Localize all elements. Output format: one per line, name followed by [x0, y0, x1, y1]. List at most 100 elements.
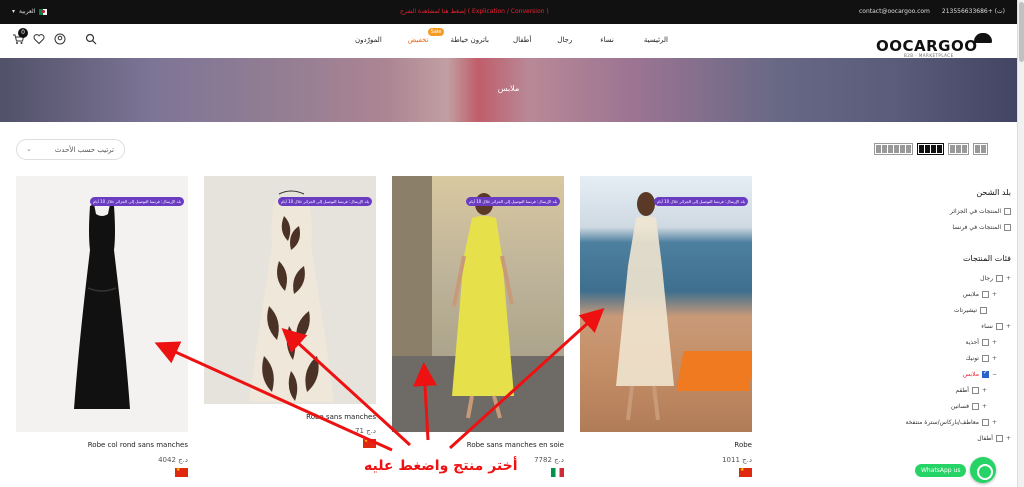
whatsapp-icon[interactable] — [970, 457, 997, 483]
checkbox[interactable] — [995, 275, 1003, 282]
expand-plus-icon[interactable]: + — [982, 387, 987, 394]
search-icon[interactable] — [85, 33, 97, 45]
checkbox[interactable] — [981, 419, 989, 426]
page-scrollbar[interactable] — [1017, 0, 1024, 487]
filter-option[interactable]: أحذية + — [966, 339, 997, 346]
sale-badge: Sale — [427, 28, 445, 36]
checkbox[interactable] — [995, 435, 1003, 442]
filter-option[interactable]: أطفال + — [977, 435, 1011, 442]
product-image[interactable]: بلد الإرسال: فرنسا التوصيل إلى الجزائر خ… — [580, 176, 752, 432]
page: ▾ العربية إضغط هنا لمشاهدة الشرح ( Expli… — [0, 0, 1017, 487]
scrollbar-thumb[interactable] — [1019, 2, 1024, 62]
chevron-down-icon: ⌄ — [26, 145, 32, 153]
account-user-icon[interactable] — [54, 33, 66, 45]
checkbox[interactable] — [981, 339, 989, 346]
product-price: 7782 د.ج — [534, 456, 564, 464]
shipping-tag: بلد الإرسال: فرنسا التوصيل إلى الجزائر خ… — [90, 197, 184, 206]
product-name[interactable]: Robe sans manches — [306, 413, 376, 421]
view-2-columns-button[interactable] — [973, 143, 988, 155]
view-3-columns-button[interactable] — [948, 143, 969, 155]
language-label: العربية — [19, 8, 36, 15]
email-link[interactable]: contact@oocargoo.com — [859, 8, 930, 15]
expand-plus-icon[interactable]: + — [1006, 435, 1011, 442]
contact-info: contact@oocargoo.com 213556633686+ (ت) — [859, 8, 1005, 15]
view-6-columns-button[interactable] — [874, 143, 913, 155]
product-image[interactable]: بلد الإرسال: فرنسا التوصيل إلى الجزائر خ… — [204, 176, 376, 404]
expand-plus-icon[interactable]: + — [992, 291, 997, 298]
origin-flag-icon — [363, 438, 376, 448]
origin-flag-icon — [551, 468, 564, 477]
checkbox[interactable] — [981, 355, 989, 362]
checkbox[interactable] — [971, 387, 979, 394]
whatsapp-label[interactable]: WhatsApp us — [915, 463, 967, 477]
whatsapp-widget[interactable]: WhatsApp us — [915, 457, 997, 483]
origin-flag-icon — [739, 467, 752, 477]
checkbox[interactable] — [971, 403, 979, 410]
nav-item-men[interactable]: رجال — [557, 36, 572, 44]
expand-plus-icon[interactable]: + — [1006, 275, 1011, 282]
checkbox[interactable] — [980, 307, 987, 314]
product-image[interactable]: بلد الإرسال: فرنسا التوصيل إلى الجزائر خ… — [16, 176, 188, 432]
product-price: 4042 د.ج — [158, 456, 188, 464]
checkbox[interactable] — [995, 323, 1003, 330]
nav-item-home[interactable]: الرئيسية — [644, 36, 668, 44]
checkbox-checked[interactable] — [981, 369, 989, 378]
view-4-columns-button[interactable] — [917, 143, 944, 155]
promo-link[interactable]: إضغط هنا لمشاهدة الشرح ( Explication / C… — [400, 8, 549, 15]
filter-option[interactable]: المنتجات في فرنسا — [952, 224, 1011, 231]
product-name[interactable]: Robe col rond sans manches — [88, 441, 188, 449]
category-banner: ملابس — [0, 58, 1017, 122]
product-name[interactable]: Robe sans manches en soie — [467, 441, 564, 449]
product-name[interactable]: Robe — [734, 441, 752, 449]
sort-dropdown[interactable]: ⌄ ترتيب حسب الأحدث — [16, 139, 125, 160]
shipping-tag: بلد الإرسال: فرنسا التوصيل إلى الجزائر خ… — [278, 197, 372, 206]
cart-count-badge: 0 — [18, 28, 28, 38]
product-price: 1011 د.ج — [722, 456, 752, 464]
checkbox[interactable] — [981, 291, 989, 298]
filter-option[interactable]: فساتين + — [951, 403, 987, 410]
filter-option[interactable]: رجال + — [980, 275, 1011, 282]
algeria-flag-icon — [39, 8, 48, 15]
filter-option[interactable]: ملابس + — [963, 291, 997, 298]
filter-option[interactable]: نساء + — [981, 323, 1011, 330]
shipping-tag: بلد الإرسال: فرنسا التوصيل إلى الجزائر خ… — [466, 197, 560, 206]
wishlist-heart-icon[interactable] — [33, 33, 45, 45]
filter-option[interactable]: المنتجات في الجزائر — [950, 208, 1011, 215]
filter-option[interactable]: أطقم + — [955, 387, 987, 394]
filter-option-active[interactable]: ملابس− — [963, 369, 997, 378]
nav-item-patterns[interactable]: باترون خياطة — [450, 36, 489, 44]
expand-plus-icon[interactable]: + — [992, 419, 997, 426]
categories-filter-title: فئات المنتجات — [963, 254, 1011, 263]
dress-illustration — [249, 190, 334, 402]
shipping-filter-title: بلد الشحن — [976, 188, 1011, 197]
expand-minus-icon[interactable]: − — [992, 371, 997, 378]
filter-option[interactable]: معاطف/باركاس/سترة منتفخة + — [905, 419, 997, 426]
grid-view-switcher — [874, 143, 988, 155]
instruction-annotation: أختر منتج واضغط عليه — [364, 458, 518, 474]
sort-label: ترتيب حسب الأحدث — [54, 146, 114, 154]
product-image[interactable]: بلد الإرسال: فرنسا التوصيل إلى الجزائر خ… — [392, 176, 564, 432]
language-switcher[interactable]: ▾ العربية — [12, 8, 48, 15]
expand-plus-icon[interactable]: + — [992, 355, 997, 362]
main-nav: المورّدون تخفيض Sale باترون خياطة أطفال … — [355, 28, 668, 44]
phone-link[interactable]: 213556633686+ (ت) — [942, 8, 1005, 15]
nav-item-suppliers[interactable]: المورّدون — [355, 36, 382, 44]
expand-plus-icon[interactable]: + — [992, 339, 997, 346]
chevron-down-icon: ▾ — [12, 8, 16, 15]
nav-item-sale[interactable]: تخفيض Sale — [408, 28, 445, 44]
header-icons: 0 — [12, 28, 97, 45]
checkbox[interactable] — [1004, 208, 1011, 215]
expand-plus-icon[interactable]: + — [982, 403, 987, 410]
filter-option[interactable]: تيشيرتات — [954, 307, 987, 314]
site-logo[interactable]: OOCARGOO B2B · MARKETPLACE — [876, 33, 996, 58]
shipping-tag: بلد الإرسال: فرنسا التوصيل إلى الجزائر خ… — [654, 197, 748, 206]
dress-illustration — [74, 204, 130, 409]
checkbox[interactable] — [1004, 224, 1011, 231]
filter-option[interactable]: تونيك + — [966, 355, 997, 362]
expand-plus-icon[interactable]: + — [1006, 323, 1011, 330]
cart-icon[interactable]: 0 — [12, 28, 28, 45]
nav-item-women[interactable]: نساء — [600, 36, 614, 44]
nav-item-kids[interactable]: أطفال — [513, 36, 531, 44]
category-title: ملابس — [497, 84, 520, 93]
top-bar: ▾ العربية إضغط هنا لمشاهدة الشرح ( Expli… — [0, 0, 1017, 24]
